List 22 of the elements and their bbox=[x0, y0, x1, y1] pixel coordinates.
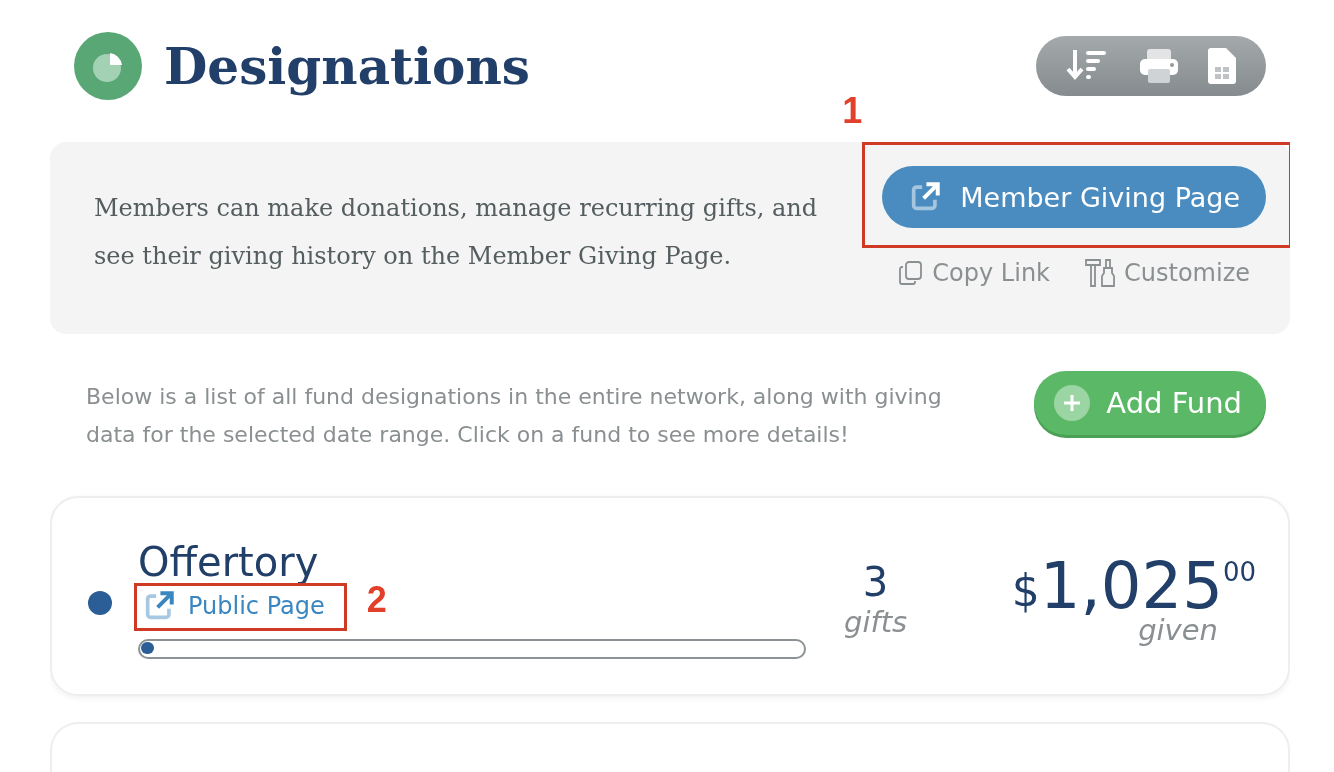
public-page-link[interactable]: Public Page bbox=[138, 585, 329, 627]
annotation-number: 1 bbox=[842, 90, 863, 132]
annotation-number: 2 bbox=[366, 579, 387, 621]
add-fund-button[interactable]: Add Fund bbox=[1034, 371, 1266, 435]
page-title: Designations bbox=[164, 36, 530, 96]
spreadsheet-icon[interactable] bbox=[1208, 48, 1236, 84]
intro-text: Below is a list of all fund designations in the entire network, along with giving data for the selected date range. Click on a fund to see more details! bbox=[86, 383, 943, 449]
plus-icon bbox=[1054, 385, 1091, 421]
fund-name: Offertory bbox=[138, 539, 320, 585]
printer-icon[interactable] bbox=[1140, 49, 1178, 83]
copy-icon bbox=[898, 260, 925, 286]
amount-cents: 00 bbox=[1222, 557, 1256, 587]
panel-description: Members can make donations, manage recurring gifts, and see their giving history on the Member Giving Page. bbox=[94, 193, 819, 272]
amount-label: given bbox=[1138, 613, 1218, 647]
currency-symbol: $ bbox=[1011, 565, 1040, 616]
member-giving-page-button[interactable]: Member Giving Page bbox=[882, 166, 1266, 228]
copy-link[interactable]: Copy Link bbox=[898, 258, 1050, 288]
hammer-brush-icon bbox=[1084, 258, 1116, 288]
gifts-count: 3 bbox=[862, 559, 889, 605]
pie-chart-icon bbox=[74, 32, 142, 100]
gifts-label: gifts bbox=[844, 605, 908, 639]
customize-link[interactable]: Customize bbox=[1084, 258, 1250, 288]
